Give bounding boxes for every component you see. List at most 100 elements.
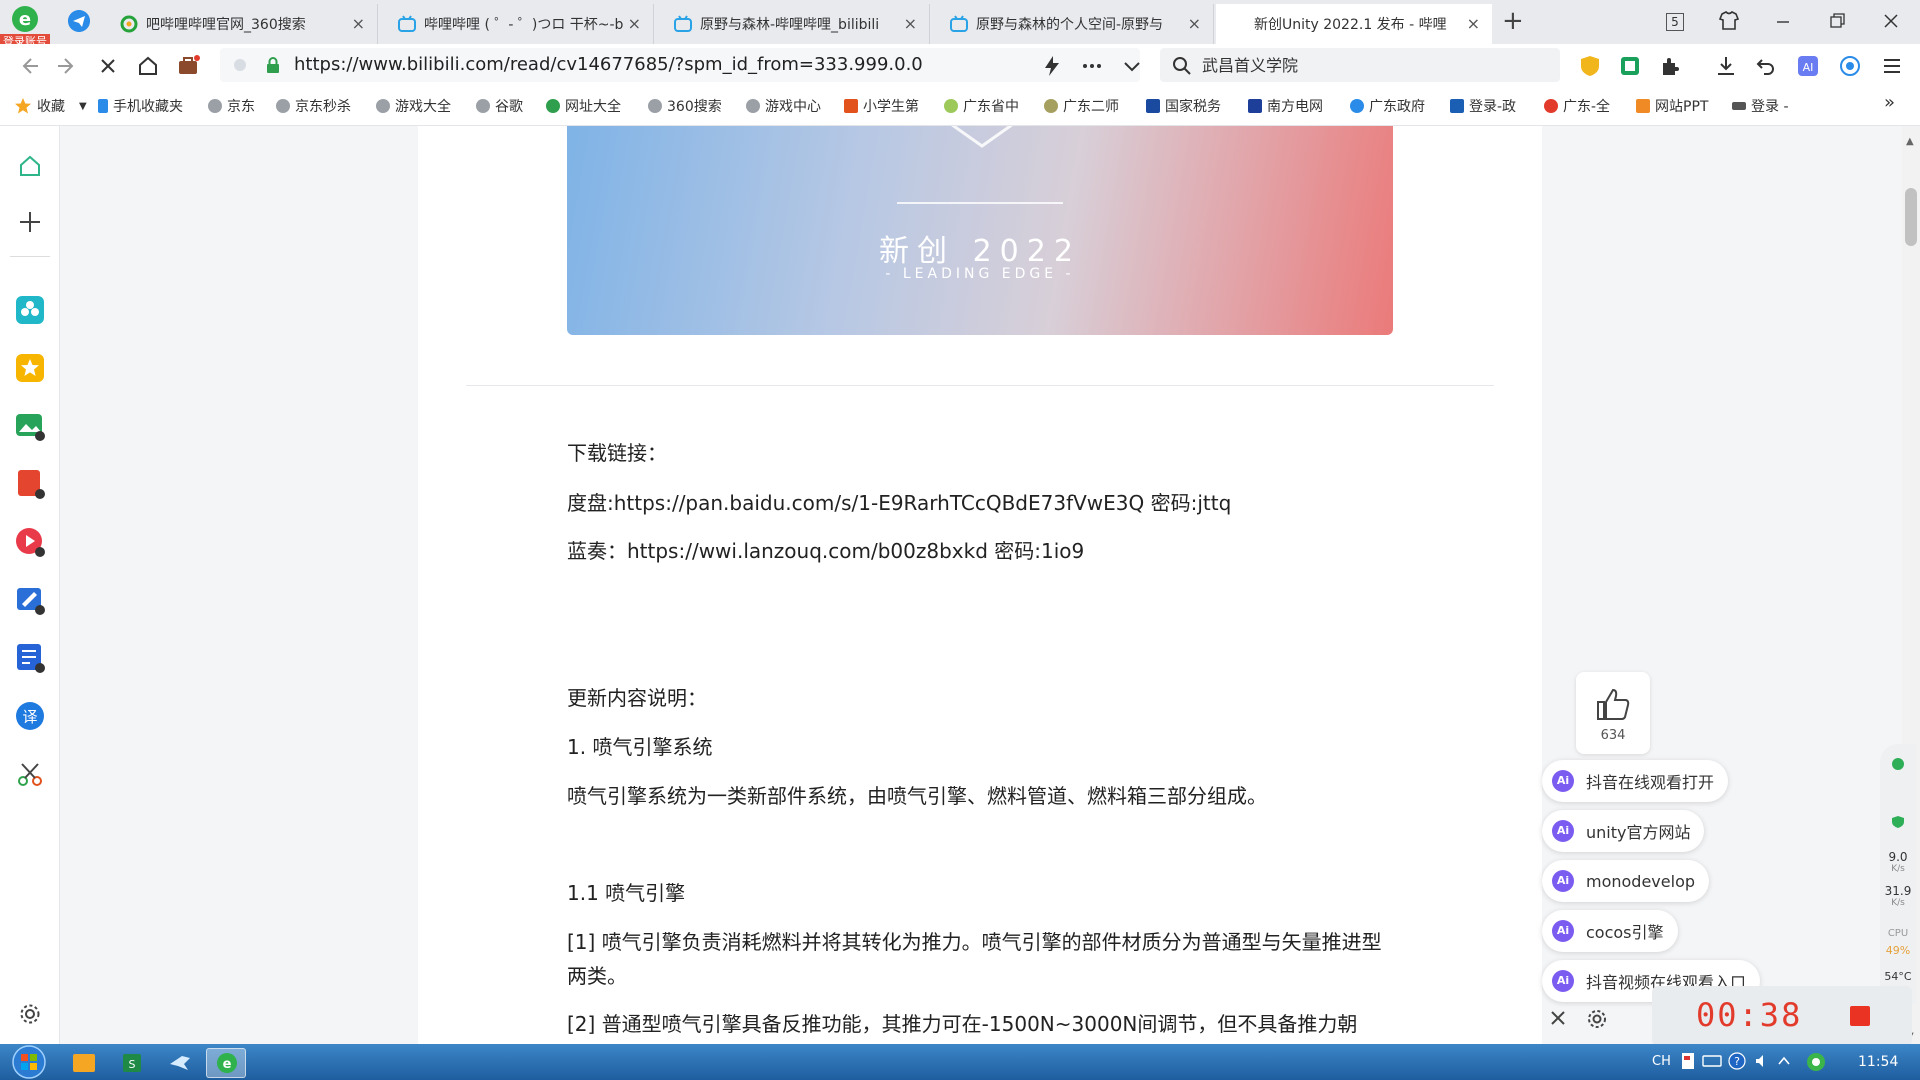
ai-pdf-icon[interactable] — [14, 468, 46, 500]
tab-close-button[interactable]: × — [628, 14, 641, 33]
lightning-icon[interactable] — [1040, 54, 1064, 78]
minimize-icon[interactable] — [1768, 6, 1798, 36]
close-icon[interactable] — [1548, 1008, 1568, 1028]
ai-image-icon[interactable] — [14, 410, 46, 442]
shield-icon[interactable] — [1578, 54, 1602, 78]
tab-bilibili-space[interactable]: 原野与森林-哔哩哔哩_bilibili × — [664, 4, 930, 44]
home-icon[interactable] — [14, 150, 46, 182]
bookmark-item[interactable]: 游戏大全 — [376, 96, 451, 116]
show-hidden-icons-icon[interactable] — [1778, 1056, 1790, 1066]
home-icon[interactable] — [134, 52, 162, 80]
browser-taskbar-button[interactable]: e — [206, 1048, 246, 1078]
tab-360-search[interactable]: 吧哔哩哔哩官网_360搜索 × — [110, 4, 378, 44]
search-input[interactable] — [1202, 54, 1542, 73]
extensions-icon[interactable] — [1658, 54, 1682, 78]
restore-icon[interactable] — [1822, 6, 1852, 36]
bookmark-item[interactable]: 京东秒杀 — [276, 96, 351, 116]
input-language[interactable]: CH — [1652, 1054, 1671, 1069]
forward-icon[interactable] — [54, 52, 82, 80]
ai-write-icon[interactable] — [14, 584, 46, 616]
ai-suggestion-chip[interactable]: Ai 抖音在线观看打开 — [1542, 760, 1729, 802]
bookmark-item[interactable]: 手机收藏夹 — [98, 96, 183, 116]
shirt-skin-icon[interactable] — [1714, 6, 1744, 36]
clover-app-icon[interactable] — [14, 294, 46, 326]
more-icon[interactable] — [1080, 54, 1104, 78]
bookmark-item[interactable]: 广东省中 — [944, 96, 1019, 116]
bookmark-item[interactable]: 小学生第 — [844, 96, 919, 116]
network-monitor-widget[interactable]: 9.0 K/s 31.9 K/s CPU 49% 54°C — [1880, 744, 1916, 1004]
download-icon[interactable] — [1714, 54, 1738, 78]
bookmark-item[interactable]: 谷歌 — [476, 96, 523, 116]
bookmark-item[interactable]: 京东 — [208, 96, 255, 116]
stop-recording-button[interactable] — [1850, 1006, 1870, 1026]
bookmark-favorites[interactable]: 收藏 ▼ — [14, 96, 87, 116]
ai-doc-icon[interactable] — [14, 642, 46, 674]
spreadsheet-icon[interactable]: S — [112, 1048, 152, 1078]
like-button[interactable]: 634 — [1576, 672, 1650, 754]
bookmark-item[interactable]: 广东二师 — [1044, 96, 1119, 116]
bookmark-item[interactable]: 登录-政 — [1450, 96, 1516, 116]
stop-loading-icon[interactable] — [94, 52, 122, 80]
favorites-star-icon[interactable] — [14, 352, 46, 384]
bookmark-item[interactable]: 广东政府 — [1350, 96, 1425, 116]
window-count-button[interactable]: 5 — [1660, 6, 1690, 36]
browser-logo-icon[interactable]: e — [8, 2, 42, 36]
keyboard-icon[interactable] — [1702, 1054, 1722, 1068]
security-tray-icon[interactable] — [1806, 1052, 1826, 1072]
document-tray-icon[interactable] — [1680, 1052, 1696, 1070]
more-bookmarks-button[interactable]: » — [1884, 92, 1895, 113]
scroll-thumb[interactable] — [1905, 188, 1917, 246]
bookmark-item[interactable]: 游戏中心 — [746, 96, 821, 116]
close-window-icon[interactable] — [1876, 6, 1906, 36]
undo-icon[interactable] — [1754, 54, 1778, 78]
lanzou-link[interactable]: 蓝奏：https://wwi.lanzouq.com/b00z8bxkd 密码:… — [567, 534, 1084, 568]
chevron-down-icon[interactable] — [1120, 54, 1144, 78]
ai-suggestion-chip[interactable]: Ai unity官方网站 — [1542, 810, 1705, 852]
start-button-icon[interactable] — [6, 1044, 52, 1080]
help-icon[interactable]: ? — [1728, 1052, 1746, 1070]
add-icon[interactable] — [14, 206, 46, 238]
bird-app-icon[interactable] — [160, 1048, 200, 1078]
tab-close-button[interactable]: × — [1467, 14, 1480, 33]
bookmark-item[interactable]: 网址大全 — [546, 96, 621, 116]
thumbs-up-icon — [1597, 688, 1630, 720]
url-text: https://www.bilibili.com/read/cv14677685… — [294, 54, 923, 75]
scroll-up-arrow-icon[interactable]: ▲ — [1906, 136, 1914, 147]
bookmark-item[interactable]: 国家税务 — [1146, 96, 1221, 116]
new-tab-button[interactable]: + — [1502, 8, 1524, 34]
tab-unity-article[interactable]: 新创Unity 2022.1 发布 - 哔哩 × — [1216, 4, 1492, 44]
bookmark-item[interactable]: 广东-全 — [1544, 96, 1610, 116]
tab-personal-space[interactable]: 原野与森林的个人空间-原野与 × — [940, 4, 1214, 44]
menu-icon[interactable] — [1880, 54, 1904, 78]
ai-suggestion-label: 抖音在线观看打开 — [1586, 773, 1715, 792]
settings-gear-icon[interactable] — [1586, 1008, 1608, 1030]
translate-icon[interactable]: 译 — [14, 700, 46, 732]
tab-bilibili-home[interactable]: 哔哩哔哩 ( ゜- ゜)つロ 干杯~-b × — [388, 4, 654, 44]
bookmark-item[interactable]: 360搜索 — [648, 96, 722, 116]
file-explorer-icon[interactable] — [64, 1048, 104, 1078]
briefcase-icon[interactable] — [174, 52, 202, 80]
ai-suggestion-chip[interactable]: Ai monodevelop — [1542, 860, 1710, 902]
tab-close-button[interactable]: × — [1188, 14, 1201, 33]
settings-gear-icon[interactable] — [18, 1002, 42, 1026]
site-info-icon[interactable] — [232, 57, 248, 73]
bookmark-item[interactable]: 登录 - — [1732, 96, 1789, 116]
scissors-icon[interactable] — [14, 758, 46, 790]
tab-close-button[interactable]: × — [352, 14, 365, 33]
back-icon[interactable] — [14, 52, 42, 80]
taskbar-clock[interactable]: 11:54 — [1858, 1054, 1898, 1070]
sync-icon[interactable] — [1838, 54, 1862, 78]
ai-video-icon[interactable] — [14, 526, 46, 558]
ai-assistant-icon[interactable]: AI — [1796, 54, 1820, 78]
bookmark-item[interactable]: 南方电网 — [1248, 96, 1323, 116]
volume-icon[interactable] — [1754, 1052, 1768, 1070]
reader-icon[interactable] — [1618, 54, 1642, 78]
bookmark-item[interactable]: 网站PPT — [1636, 96, 1708, 116]
search-box[interactable] — [1160, 48, 1560, 82]
tab-close-button[interactable]: × — [904, 14, 917, 33]
ai-suggestion-chip[interactable]: Ai cocos引擎 — [1542, 910, 1678, 952]
baidu-link[interactable]: 度盘:https://pan.baidu.com/s/1-E9RarhTCcQB… — [567, 486, 1231, 520]
url-field[interactable]: https://www.bilibili.com/read/cv14677685… — [220, 48, 1140, 82]
send-icon[interactable] — [68, 10, 90, 32]
cpu-usage: 49% — [1885, 944, 1911, 957]
